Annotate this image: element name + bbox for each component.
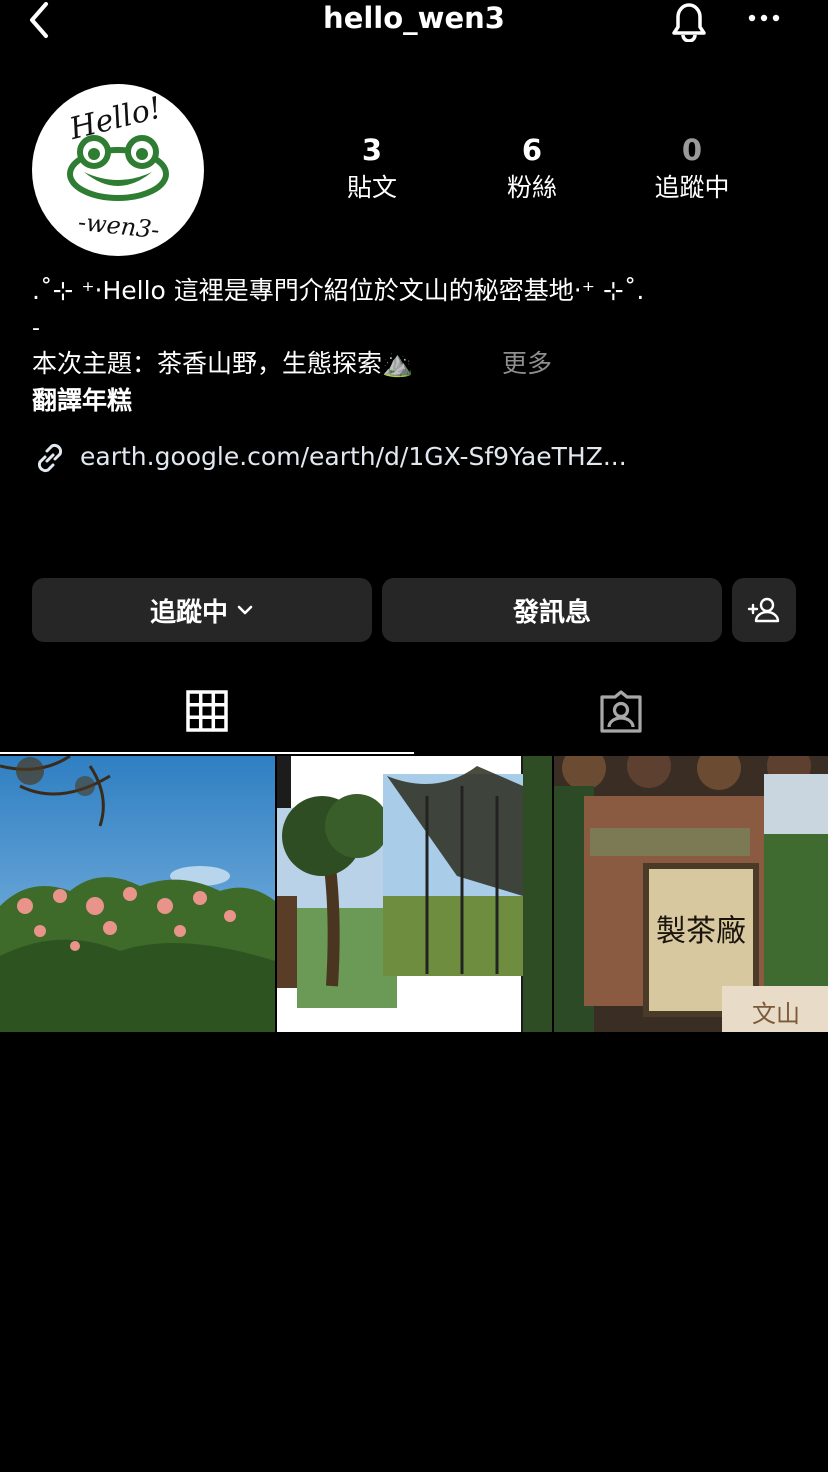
bio-link-text: earth.google.com/earth/d/1GX-Sf9YaeTHZ..… [80,442,627,471]
following-button-label: 追蹤中 [149,597,228,628]
stat-followers[interactable]: 6 粉絲 [462,132,602,206]
following-label: 追蹤中 [654,173,730,202]
stat-posts[interactable]: 3 貼文 [302,132,442,206]
bio-line-2: - [32,316,40,341]
followers-label: 粉絲 [506,173,557,202]
add-person-icon [747,597,780,623]
post-image-tea-garden-collage [277,756,552,1032]
post-thumbnail[interactable]: 製茶廠 文山 [554,756,828,1032]
tea-factory-sign-text: 製茶廠 [656,914,746,949]
tab-tagged[interactable] [414,670,828,754]
profile-avatar[interactable]: Hello! -wen3- [32,84,204,256]
post-image-sky-flowers [0,756,275,1032]
link-icon [37,443,63,473]
chevron-down-icon [237,605,253,615]
message-button-label: 發訊息 [512,597,591,628]
stat-following[interactable]: 0 追蹤中 [622,132,762,206]
tab-posts-grid[interactable] [0,670,414,754]
bio-more-link[interactable]: 更多 [502,347,552,381]
posts-count: 3 [361,133,383,167]
following-button[interactable]: 追蹤中 [32,578,372,642]
bio-line-1: .˚⊹ ⁺‧Hello 這裡是專門介紹位於文山的秘密基地‧⁺ ⊹˚. [32,276,645,305]
post-thumbnail[interactable] [277,756,552,1032]
message-button[interactable]: 發訊息 [382,578,722,642]
wenshan-sign-text: 文山 [752,1000,800,1028]
frog-logo-icon: Hello! -wen3- [34,86,202,254]
bio-line-3: 本次主題：茶香山野，生態探索⛰️ [32,349,414,378]
followers-count: 6 [521,133,543,167]
more-options-icon[interactable] [744,4,784,32]
tagged-person-icon [600,690,642,733]
grid-icon [186,690,228,732]
post-thumbnail[interactable] [0,756,275,1032]
posts-grid: 製茶廠 文山 [0,756,828,1032]
suggested-users-button[interactable] [732,578,796,642]
posts-label: 貼文 [346,173,397,202]
post-image-tea-factory-sign: 製茶廠 文山 [554,756,828,1032]
following-count: 0 [681,133,703,167]
translate-bio-link[interactable]: 翻譯年糕 [32,384,132,418]
top-nav-bar: hello_wen3 [0,0,828,42]
bell-icon[interactable] [666,0,712,42]
